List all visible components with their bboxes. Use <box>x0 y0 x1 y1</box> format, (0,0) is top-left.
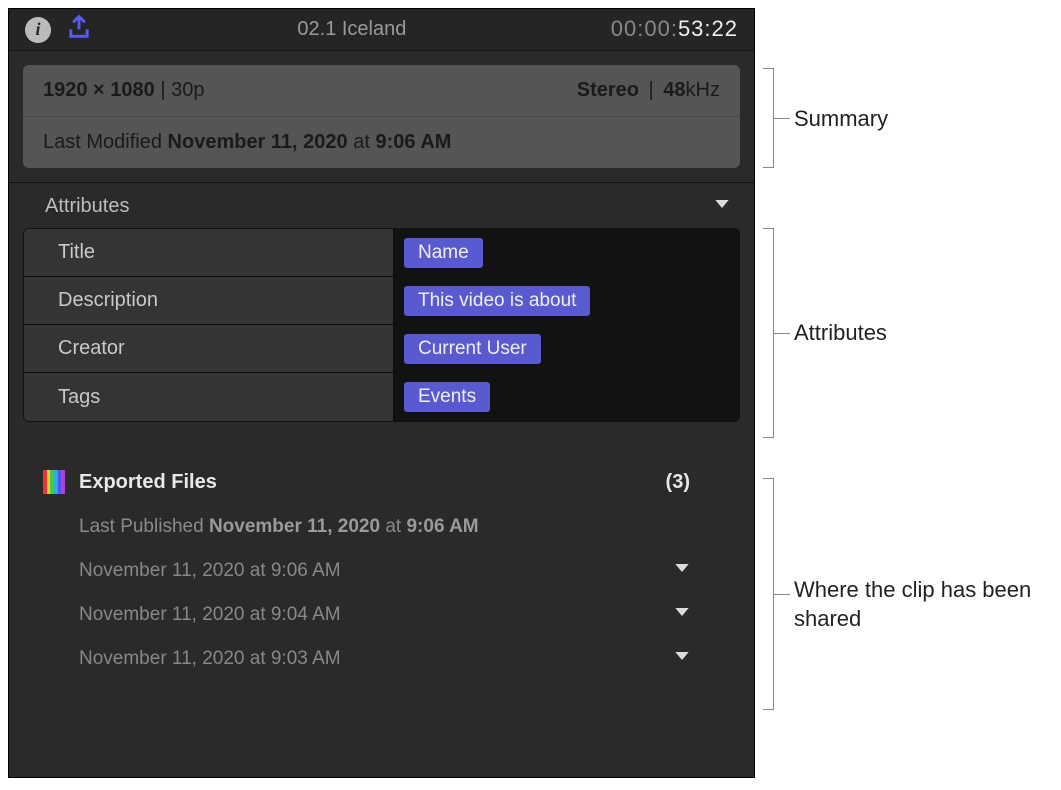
chevron-down-icon <box>714 195 730 218</box>
token-creator[interactable]: Current User <box>404 334 541 364</box>
attr-label-title: Title <box>24 229 394 276</box>
token-description[interactable]: This video is about <box>404 286 590 316</box>
export-item-3-label: November 11, 2020 at 9:03 AM <box>79 648 341 670</box>
attr-row-title: Title Name <box>24 229 739 277</box>
attr-label-creator: Creator <box>24 325 394 372</box>
last-published-at: at <box>385 516 401 537</box>
attr-row-creator: Creator Current User <box>24 325 739 373</box>
header-tabs: i <box>25 13 93 46</box>
export-item-2[interactable]: November 11, 2020 at 9:04 AM <box>79 604 690 626</box>
last-published-label: Last Published <box>79 516 204 537</box>
summary-box: 1920 × 1080 | 30p Stereo | 48kHz Last Mo… <box>23 65 740 168</box>
attributes-table: Title Name Description This video is abo… <box>23 228 740 422</box>
callout-bracket-attributes <box>764 228 774 438</box>
summary-video-format: 1920 × 1080 | 30p <box>43 79 204 102</box>
exported-files-section: Exported Files (3) Last Published Novemb… <box>9 470 754 670</box>
chevron-down-icon <box>674 560 690 582</box>
token-tags[interactable]: Events <box>404 382 490 412</box>
attr-value-title[interactable]: Name <box>394 229 739 276</box>
exported-files-header[interactable]: Exported Files (3) <box>43 470 720 494</box>
clip-title: 02.1 Iceland <box>93 18 611 41</box>
clip-timecode: 00:00:53:22 <box>611 16 738 43</box>
attributes-header[interactable]: Attributes <box>9 183 754 228</box>
export-item-3[interactable]: November 11, 2020 at 9:03 AM <box>79 648 690 670</box>
last-modified-at: at <box>353 131 370 153</box>
info-tab-icon[interactable]: i <box>25 17 51 43</box>
last-modified-label: Last Modified <box>43 131 162 153</box>
export-item-2-label: November 11, 2020 at 9:04 AM <box>79 604 341 626</box>
audio-rate-unit: kHz <box>686 79 720 101</box>
last-published-date: November 11, 2020 <box>209 516 380 537</box>
attr-label-tags: Tags <box>24 373 394 421</box>
callout-bracket-shared <box>764 478 774 710</box>
attr-row-description: Description This video is about <box>24 277 739 325</box>
attr-label-description: Description <box>24 277 394 324</box>
summary-modified-row: Last Modified November 11, 2020 at 9:06 … <box>23 117 740 168</box>
audio-rate: 48 <box>663 79 685 101</box>
chevron-down-icon <box>674 648 690 670</box>
exported-files-title: Exported Files <box>79 471 652 494</box>
inspector-header: i 02.1 Iceland 00:00:53:22 <box>9 9 754 51</box>
export-item-1-label: November 11, 2020 at 9:06 AM <box>79 560 341 582</box>
last-modified-time: 9:06 AM <box>375 131 451 153</box>
audio-mode: Stereo <box>577 79 639 101</box>
share-tab-icon[interactable] <box>65 13 93 46</box>
attr-row-tags: Tags Events <box>24 373 739 421</box>
timecode-bright: 53:22 <box>678 16 738 41</box>
timecode-dim: 00:00: <box>611 16 678 41</box>
exported-files-count: (3) <box>666 471 690 494</box>
chevron-down-icon <box>674 604 690 626</box>
last-modified-text: Last Modified November 11, 2020 at 9:06 … <box>43 131 451 154</box>
attr-value-creator[interactable]: Current User <box>394 325 739 372</box>
callout-bracket-summary <box>764 68 774 168</box>
callout-shared: Where the clip has been shared <box>794 576 1034 633</box>
framerate: 30p <box>171 79 204 101</box>
summary-audio-format: Stereo | 48kHz <box>577 79 720 102</box>
token-title[interactable]: Name <box>404 238 483 268</box>
last-modified-date: November 11, 2020 <box>168 131 348 153</box>
summary-format-row: 1920 × 1080 | 30p Stereo | 48kHz <box>23 65 740 117</box>
resolution: 1920 × 1080 <box>43 79 155 101</box>
share-inspector-panel: i 02.1 Iceland 00:00:53:22 1920 × 1080 |… <box>8 8 755 778</box>
callout-summary: Summary <box>794 106 888 132</box>
callout-attributes: Attributes <box>794 320 887 346</box>
colorbars-icon <box>43 470 65 494</box>
last-published-time: 9:06 AM <box>406 516 478 537</box>
attributes-section-label: Attributes <box>45 195 129 218</box>
attr-value-tags[interactable]: Events <box>394 373 739 421</box>
last-published: Last Published November 11, 2020 at 9:06… <box>79 516 720 538</box>
export-item-1[interactable]: November 11, 2020 at 9:06 AM <box>79 560 690 582</box>
attr-value-description[interactable]: This video is about <box>394 277 739 324</box>
